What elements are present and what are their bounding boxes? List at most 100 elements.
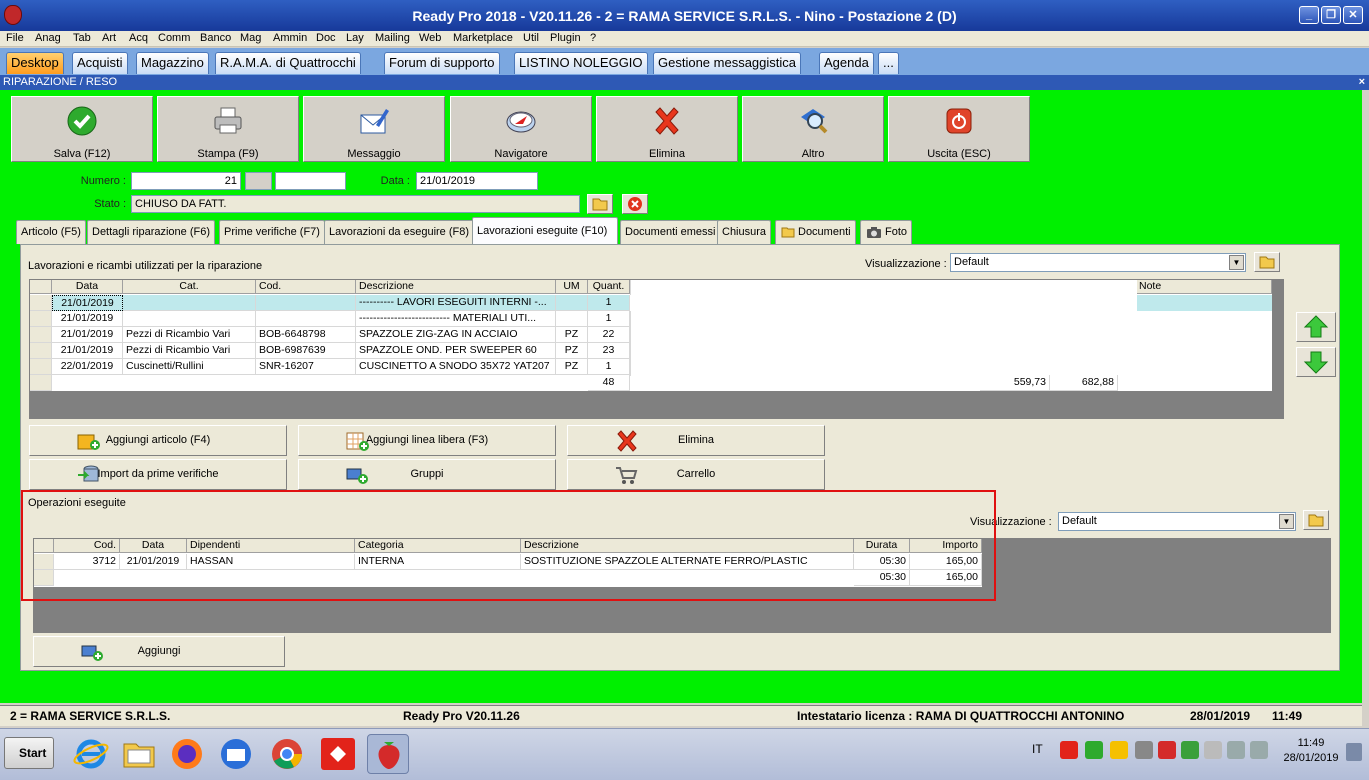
- tab-lavorazioni-da-eseguire[interactable]: Lavorazioni da eseguire (F8): [324, 220, 475, 244]
- table-cell[interactable]: [123, 295, 256, 311]
- col-header-note[interactable]: Note: [1137, 280, 1272, 294]
- menu-plugin[interactable]: Plugin: [550, 32, 581, 44]
- table-cell[interactable]: ---------- LAVORI ESEGUITI INTERNI -...: [356, 295, 556, 311]
- table-cell[interactable]: 1: [588, 311, 630, 327]
- menu-anag[interactable]: Anag: [35, 32, 61, 44]
- tab-messaggistica[interactable]: Gestione messaggistica: [653, 52, 802, 74]
- maximize-button[interactable]: ❐: [1321, 6, 1341, 24]
- col-header-um[interactable]: UM: [556, 280, 588, 294]
- table-cell[interactable]: SPAZZOLE ZIG-ZAG IN ACCIAIO: [356, 327, 556, 343]
- ready-pro-taskbar-icon[interactable]: [367, 734, 409, 774]
- chrome-icon[interactable]: [266, 734, 308, 774]
- col-header-cod[interactable]: Cod.: [256, 280, 356, 294]
- tab-desktop[interactable]: Desktop: [6, 52, 64, 74]
- menu-help[interactable]: ?: [590, 32, 596, 44]
- message-button[interactable]: Messaggio: [303, 96, 445, 162]
- table-cell[interactable]: Pezzi di Ricambio Vari: [123, 343, 256, 359]
- tab-listino[interactable]: LISTINO NOLEGGIO: [514, 52, 648, 74]
- table-cell[interactable]: 23: [588, 343, 630, 359]
- tab-documenti[interactable]: Documenti: [775, 220, 856, 244]
- tab-chiusura[interactable]: Chiusura: [717, 220, 772, 244]
- table-cell[interactable]: 21/01/2019: [52, 295, 123, 311]
- menu-lay[interactable]: Lay: [346, 32, 364, 44]
- other-button[interactable]: Altro: [742, 96, 884, 162]
- col-header-descrizione[interactable]: Descrizione: [356, 280, 556, 294]
- tab-magazzino[interactable]: Magazzino: [136, 52, 209, 74]
- table-cell[interactable]: BOB-6987639: [256, 343, 356, 359]
- row-selector[interactable]: [30, 327, 52, 343]
- warning-tray-icon[interactable]: [1110, 741, 1128, 759]
- chevron-down-icon[interactable]: ▼: [1279, 514, 1294, 529]
- menu-tab[interactable]: Tab: [73, 32, 91, 44]
- menu-doc[interactable]: Doc: [316, 32, 336, 44]
- lavorazioni-view-select[interactable]: Default ▼: [950, 253, 1246, 272]
- show-desktop-icon[interactable]: [1346, 743, 1362, 761]
- exit-button[interactable]: Uscita (ESC): [888, 96, 1030, 162]
- close-button[interactable]: ✕: [1343, 6, 1363, 24]
- table-cell[interactable]: 22: [588, 327, 630, 343]
- table-cell[interactable]: BOB-6648798: [256, 327, 356, 343]
- clock-time[interactable]: 11:49: [1283, 737, 1339, 749]
- move-up-button[interactable]: [1296, 312, 1336, 342]
- move-down-button[interactable]: [1296, 347, 1336, 377]
- add-operation-button[interactable]: Aggiungi: [33, 636, 285, 667]
- row-selector[interactable]: [30, 295, 52, 311]
- menu-file[interactable]: File: [6, 32, 24, 44]
- menu-acq[interactable]: Acq: [129, 32, 148, 44]
- operazioni-view-browse-button[interactable]: [1303, 510, 1329, 530]
- table-cell[interactable]: 21/01/2019: [52, 343, 123, 359]
- form-close-icon[interactable]: ×: [1359, 75, 1365, 90]
- menu-banco[interactable]: Banco: [200, 32, 231, 44]
- tab-dettagli[interactable]: Dettagli riparazione (F6): [87, 220, 215, 244]
- delete-button[interactable]: Elimina: [596, 96, 738, 162]
- minimize-button[interactable]: _: [1299, 6, 1319, 24]
- navigator-button[interactable]: Navigatore: [450, 96, 592, 162]
- thunderbird-icon[interactable]: [215, 734, 257, 774]
- network-tray-icon[interactable]: [1227, 741, 1245, 759]
- table-cell[interactable]: CUSCINETTO A SNODO 35X72 YAT207: [356, 359, 556, 375]
- lock-tray-icon[interactable]: [1135, 741, 1153, 759]
- file-explorer-icon[interactable]: [118, 734, 160, 774]
- table-cell[interactable]: PZ: [556, 343, 588, 359]
- numero-suffix-field[interactable]: [245, 172, 272, 190]
- menu-web[interactable]: Web: [419, 32, 441, 44]
- numero-input[interactable]: 21: [131, 172, 241, 190]
- data-input[interactable]: 21/01/2019: [416, 172, 538, 190]
- language-indicator[interactable]: IT: [1032, 742, 1043, 756]
- table-cell[interactable]: 1: [588, 359, 630, 375]
- security-tray-icon[interactable]: [1158, 741, 1176, 759]
- download-tray-icon[interactable]: [1085, 741, 1103, 759]
- delete-line-button[interactable]: Elimina: [567, 425, 825, 456]
- stato-clear-button[interactable]: [622, 194, 648, 214]
- lavorazioni-view-browse-button[interactable]: [1254, 252, 1280, 272]
- menu-mag[interactable]: Mag: [240, 32, 261, 44]
- table-cell[interactable]: [123, 311, 256, 327]
- tab-acquisti[interactable]: Acquisti: [72, 52, 128, 74]
- menu-art[interactable]: Art: [102, 32, 116, 44]
- table-cell[interactable]: [256, 295, 356, 311]
- anydesk-tray-icon[interactable]: [1060, 741, 1078, 759]
- table-cell[interactable]: Cuscinetti/Rullini: [123, 359, 256, 375]
- menu-comm[interactable]: Comm: [158, 32, 190, 44]
- add-free-line-button[interactable]: Aggiungi linea libera (F3): [298, 425, 556, 456]
- col-header-cat[interactable]: Cat.: [123, 280, 256, 294]
- volume-tray-icon[interactable]: [1250, 741, 1268, 759]
- table-cell[interactable]: [256, 311, 356, 327]
- save-button[interactable]: Salva (F12): [11, 96, 153, 162]
- tab-more[interactable]: ...: [878, 52, 899, 74]
- col-header-quant[interactable]: Quant.: [588, 280, 630, 294]
- tab-forum[interactable]: Forum di supporto: [384, 52, 500, 74]
- operazioni-view-select[interactable]: Default ▼: [1058, 512, 1296, 531]
- anydesk-icon[interactable]: [317, 734, 359, 774]
- table-cell[interactable]: SNR-16207: [256, 359, 356, 375]
- sync-tray-icon[interactable]: [1181, 741, 1199, 759]
- table-cell[interactable]: 21/01/2019: [52, 311, 123, 327]
- tab-foto[interactable]: Foto: [860, 220, 913, 244]
- tab-prime-verifiche[interactable]: Prime verifiche (F7): [219, 220, 325, 244]
- table-cell[interactable]: [556, 295, 588, 311]
- table-cell[interactable]: 21/01/2019: [52, 327, 123, 343]
- table-cell[interactable]: PZ: [556, 327, 588, 343]
- stato-browse-button[interactable]: [587, 194, 613, 214]
- table-cell[interactable]: PZ: [556, 359, 588, 375]
- internet-explorer-icon[interactable]: [70, 734, 112, 774]
